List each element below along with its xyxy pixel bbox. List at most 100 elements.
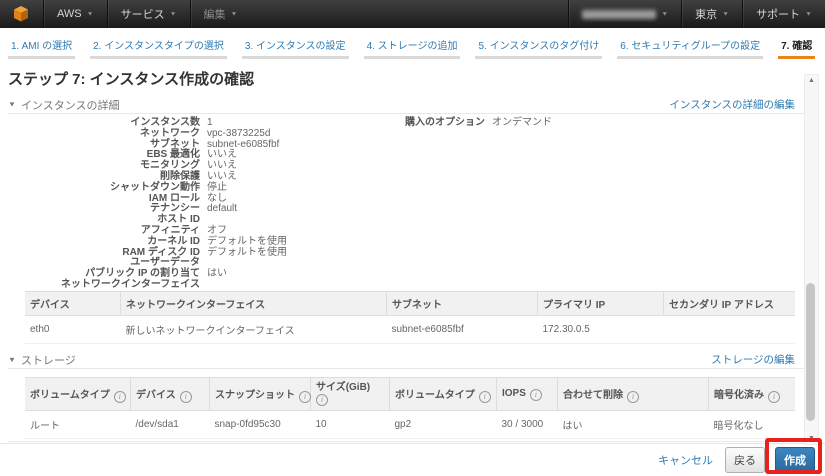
menu-label: サービス xyxy=(120,9,165,21)
info-icon[interactable]: i xyxy=(529,388,542,401)
vertical-scrollbar[interactable]: ▲ ▼ xyxy=(804,74,819,445)
info-icon[interactable]: i xyxy=(113,390,126,403)
step-tabs: 1. AMI の選択 2. インスタンスタイプの選択 3. インスタンスの設定 4. … xyxy=(0,28,825,59)
purchase-option-list: 購入のオプション オンデマンド xyxy=(345,117,552,129)
cell: subnet-e6085fbf xyxy=(386,315,538,344)
back-button[interactable]: 戻る xyxy=(725,447,765,473)
edit-storage-link[interactable]: ストレージの編集 xyxy=(711,352,795,367)
detail-row: テナンシー default xyxy=(25,204,287,215)
detail-value: 停止 xyxy=(207,181,227,193)
detail-row: ネットワークインターフェイス xyxy=(25,278,287,291)
top-nav-bar: AWS ▼ サービス ▼ 編集 ▼ ▼ 東京 ▼ サポート ▼ xyxy=(0,0,825,28)
step-tab-6[interactable]: 6. セキュリティグループの設定 xyxy=(617,35,764,59)
column-header: デバイス i xyxy=(130,377,210,411)
section-storage: ▼ ストレージ ストレージの編集 xyxy=(8,351,817,369)
detail-label: 購入のオプション xyxy=(405,117,485,128)
step-tab-1[interactable]: 1. AMI の選択 xyxy=(8,35,76,59)
cell: snap-0fd95c30 xyxy=(209,410,311,439)
info-icon[interactable]: i xyxy=(179,390,192,403)
menu-label: 編集 xyxy=(203,9,226,21)
column-header: サイズ(GiB) i xyxy=(310,377,390,411)
column-header: ボリュームタイプ i xyxy=(389,377,497,411)
scrollbar-thumb[interactable] xyxy=(806,283,815,421)
detail-row: モニタリング いいえ xyxy=(25,160,287,172)
column-header: プライマリ IP xyxy=(537,291,664,316)
info-icon[interactable]: i xyxy=(478,390,491,403)
column-header: 暗号化済み i xyxy=(708,377,795,411)
column-header-content: ボリュームタイプ i xyxy=(395,390,491,403)
region-menu[interactable]: 東京 ▼ xyxy=(682,0,742,28)
detail-value: オンデマンド xyxy=(492,117,552,128)
detail-value: はい xyxy=(207,268,227,280)
scroll-down-arrow-icon[interactable]: ▼ xyxy=(805,433,818,444)
cell: /dev/sda1 xyxy=(130,410,210,439)
column-header: 合わせて削除 i xyxy=(557,377,709,411)
aws-logo[interactable] xyxy=(0,5,43,23)
table-header-row: ボリュームタイプ i デバイス i スナップショット i サイズ(GiB) i ボリュームタイプ… xyxy=(25,377,795,411)
info-icon[interactable]: i xyxy=(768,390,780,403)
detail-row: 購入のオプション オンデマンド xyxy=(345,117,552,129)
section-title[interactable]: インスタンスの詳細 xyxy=(21,97,120,113)
detail-value: デフォルトを使用 xyxy=(207,246,287,258)
instance-details-panel: インスタンス数 1 ネットワーク vpc-3873225d サブネット subnet-e6… xyxy=(0,117,825,291)
cell: はい xyxy=(557,410,709,439)
support-menu[interactable]: サポート ▼ xyxy=(743,0,825,28)
detail-value: デフォルトを使用 xyxy=(207,235,287,247)
cancel-link[interactable]: キャンセル xyxy=(658,452,713,468)
column-header: ネットワークインターフェイス xyxy=(120,291,387,316)
column-label: デバイス xyxy=(136,389,176,401)
user-menu[interactable]: ▼ xyxy=(569,0,681,28)
detail-label: ネットワークインターフェイス xyxy=(60,278,200,290)
create-button[interactable]: 作成 xyxy=(775,447,815,473)
column-header: スナップショット i xyxy=(209,377,311,411)
detail-label: カーネル ID xyxy=(147,235,200,247)
page-title: ステップ 7: インスタンス作成の確認 xyxy=(8,71,255,88)
divider xyxy=(8,441,817,442)
section-title[interactable]: ストレージ xyxy=(21,352,76,368)
chevron-down-icon: ▼ xyxy=(169,11,177,17)
column-header-content: ボリュームタイプ i xyxy=(30,389,126,403)
collapse-triangle-icon[interactable]: ▼ xyxy=(8,100,16,108)
column-header: IOPS i xyxy=(496,377,558,411)
detail-row: シャットダウン動作 停止 xyxy=(25,181,287,194)
step-tab-2[interactable]: 2. インスタンスタイプの選択 xyxy=(90,35,227,59)
chevron-down-icon: ▼ xyxy=(661,11,669,17)
column-header: デバイス xyxy=(25,291,121,316)
column-label: ボリュームタイプ xyxy=(30,389,110,401)
table-header-row: デバイス ネットワークインターフェイス サブネット プライマリ IP セカンダリ IP … xyxy=(25,291,795,316)
cell xyxy=(663,315,795,344)
menu-services[interactable]: サービス ▼ xyxy=(108,0,190,28)
column-header: セカンダリ IP アドレス xyxy=(663,291,795,316)
collapse-triangle-icon[interactable]: ▼ xyxy=(8,355,16,363)
footer-action-bar: キャンセル 戻る 作成 xyxy=(0,443,825,476)
step-tab-5[interactable]: 5. インスタンスのタグ付け xyxy=(475,35,603,59)
detail-row: ネットワーク vpc-3873225d xyxy=(25,128,287,140)
chevron-down-icon: ▼ xyxy=(230,11,238,17)
info-icon[interactable]: i xyxy=(316,394,328,406)
menu-label: AWS xyxy=(57,8,82,20)
column-label: IOPS xyxy=(502,387,526,399)
column-header-content: 合わせて削除 i xyxy=(563,389,639,403)
cell: 暗号化なし xyxy=(708,410,795,439)
cell: 172.30.0.5 xyxy=(537,315,664,344)
column-header-content: サイズ(GiB) i xyxy=(316,382,384,406)
chevron-down-icon: ▼ xyxy=(86,11,94,17)
step-tab-7[interactable]: 7. 確認 xyxy=(778,35,816,59)
masked-username xyxy=(582,9,657,19)
edit-instance-details-link[interactable]: インスタンスの詳細の編集 xyxy=(669,97,795,112)
cell: 30 / 3000 xyxy=(496,410,558,439)
aws-cube-icon xyxy=(14,6,28,22)
menu-aws[interactable]: AWS ▼ xyxy=(44,0,107,28)
section-instance-details: ▼ インスタンスの詳細 インスタンスの詳細の編集 xyxy=(8,96,817,114)
cell: ルート xyxy=(25,410,131,439)
column-label: 合わせて削除 xyxy=(563,389,623,401)
info-icon[interactable]: i xyxy=(299,390,311,403)
step-tab-4[interactable]: 4. ストレージの追加 xyxy=(363,35,461,59)
menu-edit[interactable]: 編集 ▼ xyxy=(191,0,251,28)
instance-details-list: インスタンス数 1 ネットワーク vpc-3873225d サブネット subnet-e6… xyxy=(25,117,287,291)
info-icon[interactable]: i xyxy=(627,390,639,403)
scroll-up-arrow-icon[interactable]: ▲ xyxy=(805,75,818,86)
column-header-content: スナップショット i xyxy=(215,390,311,403)
cell: eth0 xyxy=(25,315,121,344)
step-tab-3[interactable]: 3. インスタンスの設定 xyxy=(241,35,349,59)
